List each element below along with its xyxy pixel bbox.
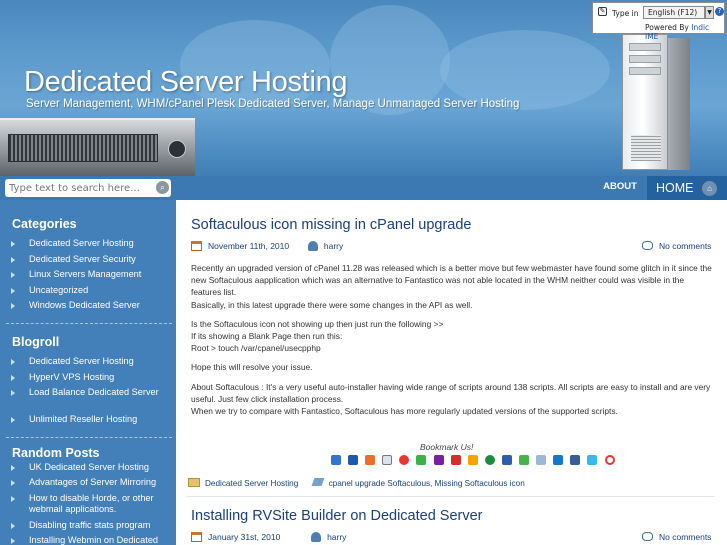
stumbleupon-icon[interactable] [365, 455, 376, 465]
folder-icon [188, 478, 200, 487]
blogroll-heading: Blogroll [12, 335, 60, 349]
calendar-icon [191, 532, 202, 542]
sidebar-item-category[interactable]: Dedicated Server Hosting [11, 238, 162, 249]
facebook-icon[interactable] [570, 455, 581, 465]
sidebar-item-blogroll[interactable]: Dedicated Server Hosting [11, 356, 162, 367]
post-meta: November 11th, 2010 harry [191, 241, 343, 251]
sidebar-item-random[interactable]: Disabling traffic stats program [11, 520, 162, 531]
search-icon[interactable]: ⌕ [156, 181, 169, 194]
misterwong-icon[interactable] [501, 455, 512, 465]
live-icon[interactable] [484, 455, 495, 465]
post-paragraph: Is the Softaculous icon not showing up t… [191, 318, 444, 354]
home-icon: ⌂ [702, 181, 717, 196]
technorati-icon[interactable] [416, 455, 427, 465]
tower-vent [631, 135, 661, 161]
sidebar-item-random[interactable]: UK Dedicated Server Hosting [11, 462, 162, 473]
ime-widget: ✎ Type in English (F12) ▼ ? Powered By I… [592, 2, 725, 41]
chevron-down-icon[interactable]: ▼ [705, 6, 714, 19]
furl-icon[interactable] [450, 455, 461, 465]
sidebar-item-category[interactable]: Linux Servers Management [11, 269, 162, 280]
ask-icon[interactable] [467, 455, 478, 465]
ime-type-in-label: Type in [612, 9, 639, 18]
categories-heading: Categories [12, 217, 77, 231]
twitter-icon[interactable] [587, 455, 598, 465]
sidebar-divider [6, 323, 172, 324]
tag-icon [311, 478, 325, 486]
comments-link[interactable]: No comments [659, 241, 711, 251]
sidebar: Categories Dedicated Server Hosting Dedi… [0, 200, 176, 545]
comments-link[interactable]: No comments [659, 532, 711, 542]
sidebar-divider [6, 437, 172, 438]
comment-icon [642, 241, 653, 250]
drive-bay [629, 55, 661, 63]
google-icon[interactable] [399, 455, 410, 465]
post-meta: January 31st, 2010 harry [191, 532, 346, 542]
rack-server-image [0, 118, 195, 176]
tower-server-image [622, 34, 668, 170]
post-tags-link[interactable]: cpanel upgrade Softaculous, Missing Soft… [329, 479, 525, 488]
sidebar-item-blogroll[interactable]: Unlimited Reseller Hosting [11, 414, 162, 425]
search-input[interactable] [9, 181, 149, 195]
friendfeed-icon[interactable] [604, 455, 615, 465]
post-paragraph: Hope this will resolve your issue. [191, 362, 313, 373]
yahoo-icon[interactable] [433, 455, 444, 465]
site-tagline: Server Management, WHM/cPanel Plesk Dedi… [26, 98, 520, 110]
newsvine-icon[interactable] [519, 455, 530, 465]
help-icon[interactable]: ? [715, 7, 724, 16]
comment-icon [642, 532, 653, 541]
magnolia-icon[interactable] [553, 455, 564, 465]
random-posts-heading: Random Posts [12, 446, 100, 460]
post-category-link[interactable]: Dedicated Server Hosting [205, 479, 298, 488]
sidebar-item-blogroll[interactable]: HyperV VPS Hosting [11, 372, 162, 383]
bookmark-icons-row [331, 455, 617, 467]
nav-home-link[interactable]: HOME ⌂ [647, 176, 727, 200]
powered-by-label: Powered By [645, 23, 689, 32]
sidebar-item-random[interactable]: Installing Webmin on Dedicated [11, 535, 162, 545]
sidebar-item-category[interactable]: Uncategorized [11, 285, 162, 296]
sidebar-item-category[interactable]: Windows Dedicated Server [11, 300, 162, 311]
sidebar-item-random[interactable]: Advantages of Server Mirroring [11, 477, 162, 488]
nav-home-label: HOME [656, 181, 694, 195]
post-comments[interactable]: No comments [642, 532, 711, 542]
post-date: January 31st, 2010 [208, 532, 281, 542]
drive-bay [629, 67, 661, 75]
post-title[interactable]: Softaculous icon missing in cPanel upgra… [191, 217, 472, 233]
sidebar-item-random[interactable]: How to disable Horde, or other webmail a… [11, 493, 162, 515]
post-author[interactable]: harry [327, 532, 346, 542]
search-box: ⌕ [5, 179, 171, 197]
user-icon [307, 241, 318, 251]
post-date: November 11th, 2010 [208, 241, 290, 251]
user-icon [311, 532, 322, 542]
sidebar-item-category[interactable]: Dedicated Server Security [11, 254, 162, 265]
calendar-icon [191, 241, 202, 251]
server-logo [168, 140, 186, 158]
post-taxonomy: Dedicated Server Hosting cpanel upgrade … [188, 478, 525, 488]
reddit-icon[interactable] [382, 455, 393, 465]
blinklist-icon[interactable] [536, 455, 547, 465]
post-title[interactable]: Installing RVSite Builder on Dedicated S… [191, 508, 483, 524]
nav-bar: ⌕ ABOUT HOME ⌂ [0, 176, 727, 200]
post-divider [187, 496, 715, 497]
rack-grill [8, 134, 158, 162]
digg-icon[interactable] [348, 455, 359, 465]
tower-server-side [668, 38, 690, 170]
ime-language-select[interactable]: English (F12) [643, 6, 705, 19]
post-author[interactable]: harry [324, 241, 343, 251]
post-paragraph: Recently an upgraded version of cPanel 1… [191, 263, 712, 310]
post-paragraph: About Softaculous : It's a very useful a… [191, 381, 711, 417]
nav-about-link[interactable]: ABOUT [593, 176, 647, 200]
post-comments[interactable]: No comments [642, 241, 711, 251]
ime-powered-by: Powered By Indic IME [645, 23, 724, 41]
site-title[interactable]: Dedicated Server Hosting [24, 66, 348, 99]
post-content: Recently an upgraded version of cPanel 1… [191, 262, 713, 424]
drive-bay [629, 43, 661, 51]
ime-logo-icon: ✎ [598, 7, 607, 16]
sidebar-item-blogroll[interactable]: Load Balance Dedicated Server [11, 387, 162, 398]
bookmark-label: Bookmark Us! [420, 442, 474, 452]
delicious-icon[interactable] [331, 455, 341, 465]
